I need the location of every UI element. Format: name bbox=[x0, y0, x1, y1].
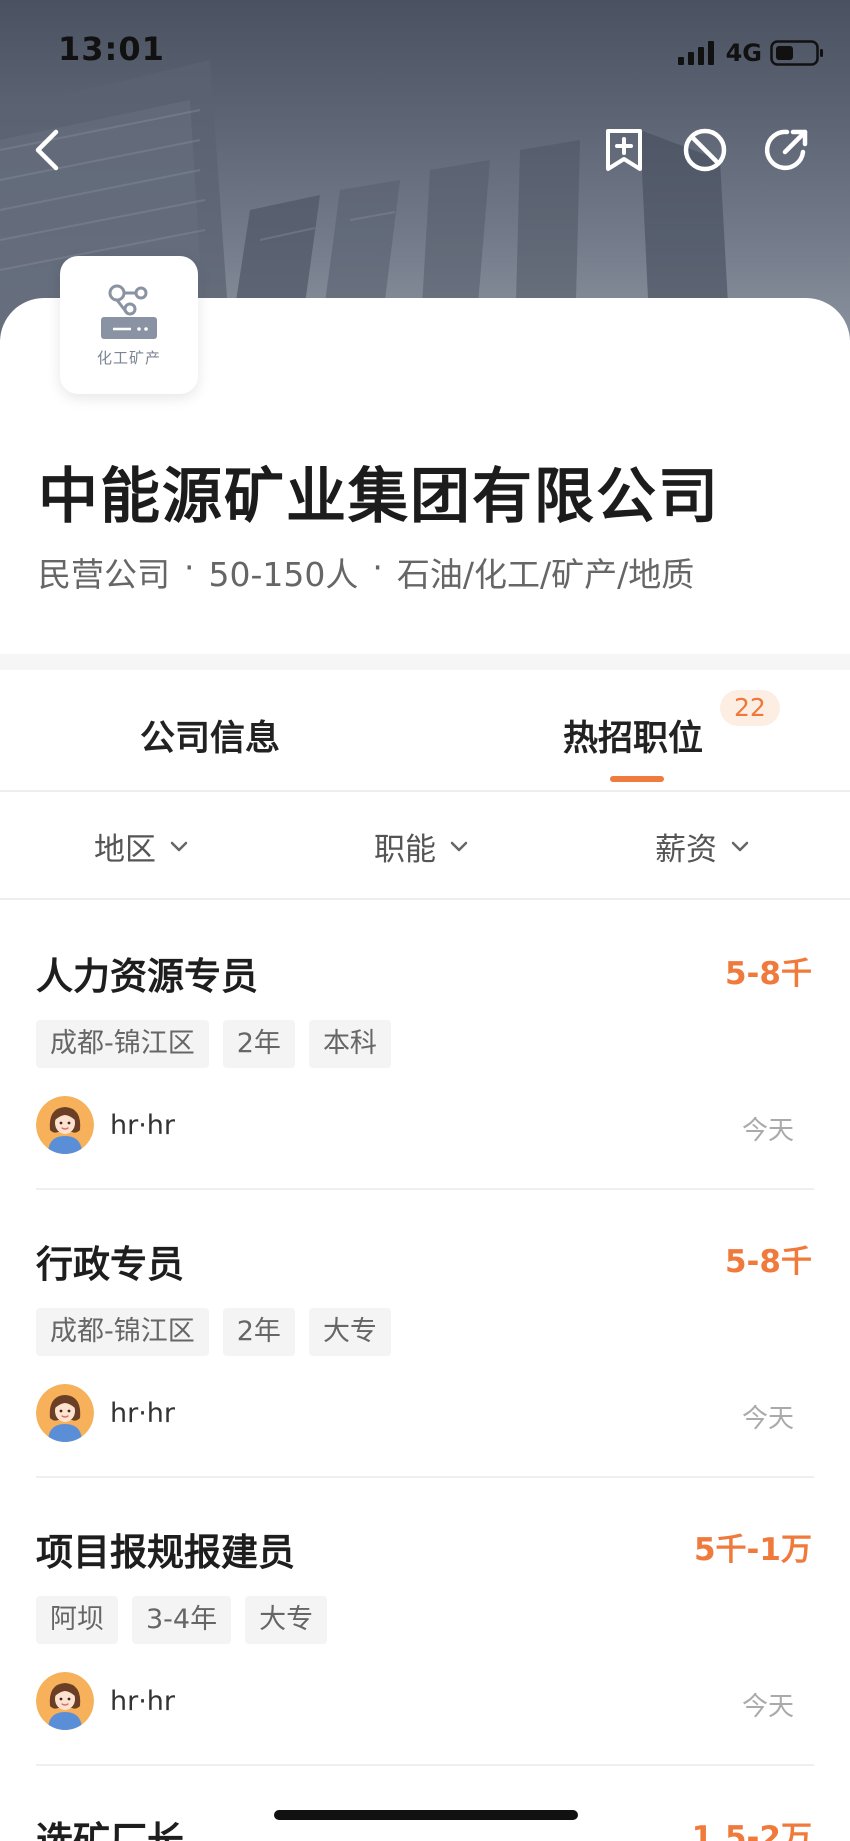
company-type: 民营公司 bbox=[38, 555, 170, 594]
job-tag-location: 成都-锦江区 bbox=[36, 1020, 209, 1068]
status-indicators: 4G bbox=[677, 38, 824, 68]
recruiter-avatar-icon bbox=[36, 1672, 94, 1730]
job-salary: 5千-1万 bbox=[693, 1532, 812, 1568]
job-post-date: 今天 bbox=[741, 1116, 794, 1146]
company-size: 50-150人 bbox=[208, 555, 359, 594]
job-tags: 阿坝 3-4年 大专 bbox=[36, 1596, 328, 1644]
chevron-down-icon bbox=[450, 841, 468, 851]
job-tag-experience: 3-4年 bbox=[132, 1596, 232, 1644]
job-recruiter: hr·hr bbox=[36, 1672, 175, 1730]
chemical-industry-icon bbox=[101, 284, 157, 339]
recruiter-avatar-icon bbox=[36, 1096, 94, 1154]
avatar bbox=[36, 1672, 94, 1730]
status-time: 13:01 bbox=[58, 30, 165, 68]
meta-separator: · bbox=[372, 548, 383, 587]
tab-bar: 公司信息 热招职位 22 bbox=[0, 670, 850, 792]
avatar bbox=[36, 1384, 94, 1442]
job-tag-location: 阿坝 bbox=[36, 1596, 118, 1644]
recruiter-avatar-icon bbox=[36, 1384, 94, 1442]
bookmark-button[interactable] bbox=[596, 122, 652, 178]
job-tags: 成都-锦江区 2年 大专 bbox=[36, 1308, 391, 1356]
share-icon bbox=[764, 129, 808, 171]
active-tab-indicator bbox=[610, 776, 664, 782]
company-meta: 民营公司 · 50-150人 · 石油/化工/矿产/地质 bbox=[38, 548, 694, 596]
company-industry: 石油/化工/矿产/地质 bbox=[396, 555, 695, 594]
company-name: 中能源矿业集团有限公司 bbox=[38, 462, 720, 532]
job-tags: 成都-锦江区 2年 本科 bbox=[36, 1020, 391, 1068]
filter-salary-label: 薪资 bbox=[655, 832, 717, 868]
job-salary: 5-8千 bbox=[724, 956, 812, 992]
avatar bbox=[36, 1096, 94, 1154]
filter-function-dropdown[interactable]: 职能 bbox=[374, 824, 468, 869]
signal-icon bbox=[677, 41, 714, 65]
block-icon bbox=[683, 128, 727, 172]
filter-area-dropdown[interactable]: 地区 bbox=[94, 824, 188, 869]
company-logo: 化工矿产 bbox=[60, 256, 198, 394]
filter-function-label: 职能 bbox=[374, 832, 436, 868]
status-bar: 13:01 4G bbox=[0, 0, 850, 100]
recruiter-name: hr·hr bbox=[110, 1397, 176, 1429]
job-tag-education: 大专 bbox=[308, 1308, 391, 1356]
job-title: 行政专员 bbox=[36, 1243, 184, 1286]
chevron-down-icon bbox=[731, 841, 749, 851]
job-tag-experience: 2年 bbox=[222, 1020, 295, 1068]
job-tag-education: 本科 bbox=[308, 1020, 391, 1068]
job-tag-experience: 2年 bbox=[222, 1308, 295, 1356]
job-salary: 1.5-2万 bbox=[691, 1820, 812, 1841]
filter-salary-dropdown[interactable]: 薪资 bbox=[655, 824, 749, 869]
block-button[interactable] bbox=[677, 122, 733, 178]
logo-caption: 化工矿产 bbox=[96, 348, 161, 367]
share-button[interactable] bbox=[759, 122, 815, 178]
recruiter-name: hr·hr bbox=[110, 1685, 176, 1717]
bookmark-add-icon bbox=[606, 129, 642, 171]
job-tag-education: 大专 bbox=[245, 1596, 328, 1644]
job-tag-location: 成都-锦江区 bbox=[36, 1308, 209, 1356]
back-button[interactable] bbox=[20, 122, 76, 178]
job-list-item[interactable]: 行政专员 5-8千 成都-锦江区 2年 大专 hr·hr 今天 bbox=[36, 1188, 814, 1478]
job-recruiter: hr·hr bbox=[36, 1384, 175, 1442]
jobs-count-badge: 22 bbox=[720, 690, 780, 726]
job-salary: 5-8千 bbox=[724, 1244, 812, 1280]
job-list-item[interactable]: 选矿厂长 1.5-2万 bbox=[36, 1764, 814, 1841]
tab-hot-jobs[interactable]: 热招职位 bbox=[563, 710, 703, 761]
section-divider bbox=[0, 654, 850, 670]
home-indicator[interactable] bbox=[274, 1810, 578, 1820]
recruiter-name: hr·hr bbox=[110, 1109, 176, 1141]
filter-bar: 地区 职能 薪资 bbox=[0, 792, 850, 900]
job-title: 项目报规报建员 bbox=[36, 1531, 295, 1574]
chevron-left-icon bbox=[35, 129, 59, 171]
tab-company-info[interactable]: 公司信息 bbox=[140, 710, 280, 761]
chevron-down-icon bbox=[170, 841, 188, 851]
filter-area-label: 地区 bbox=[94, 832, 156, 868]
meta-separator: · bbox=[184, 548, 195, 587]
job-list-item[interactable]: 人力资源专员 5-8千 成都-锦江区 2年 本科 hr·hr 今天 bbox=[36, 900, 814, 1190]
job-list-item[interactable]: 项目报规报建员 5千-1万 阿坝 3-4年 大专 hr·hr 今天 bbox=[36, 1476, 814, 1766]
job-title: 人力资源专员 bbox=[36, 955, 258, 998]
job-post-date: 今天 bbox=[741, 1404, 794, 1434]
job-recruiter: hr·hr bbox=[36, 1096, 175, 1154]
battery-icon bbox=[770, 40, 823, 66]
job-title: 选矿厂长 bbox=[36, 1819, 184, 1841]
job-post-date: 今天 bbox=[741, 1692, 794, 1722]
network-type: 4G bbox=[725, 39, 762, 67]
